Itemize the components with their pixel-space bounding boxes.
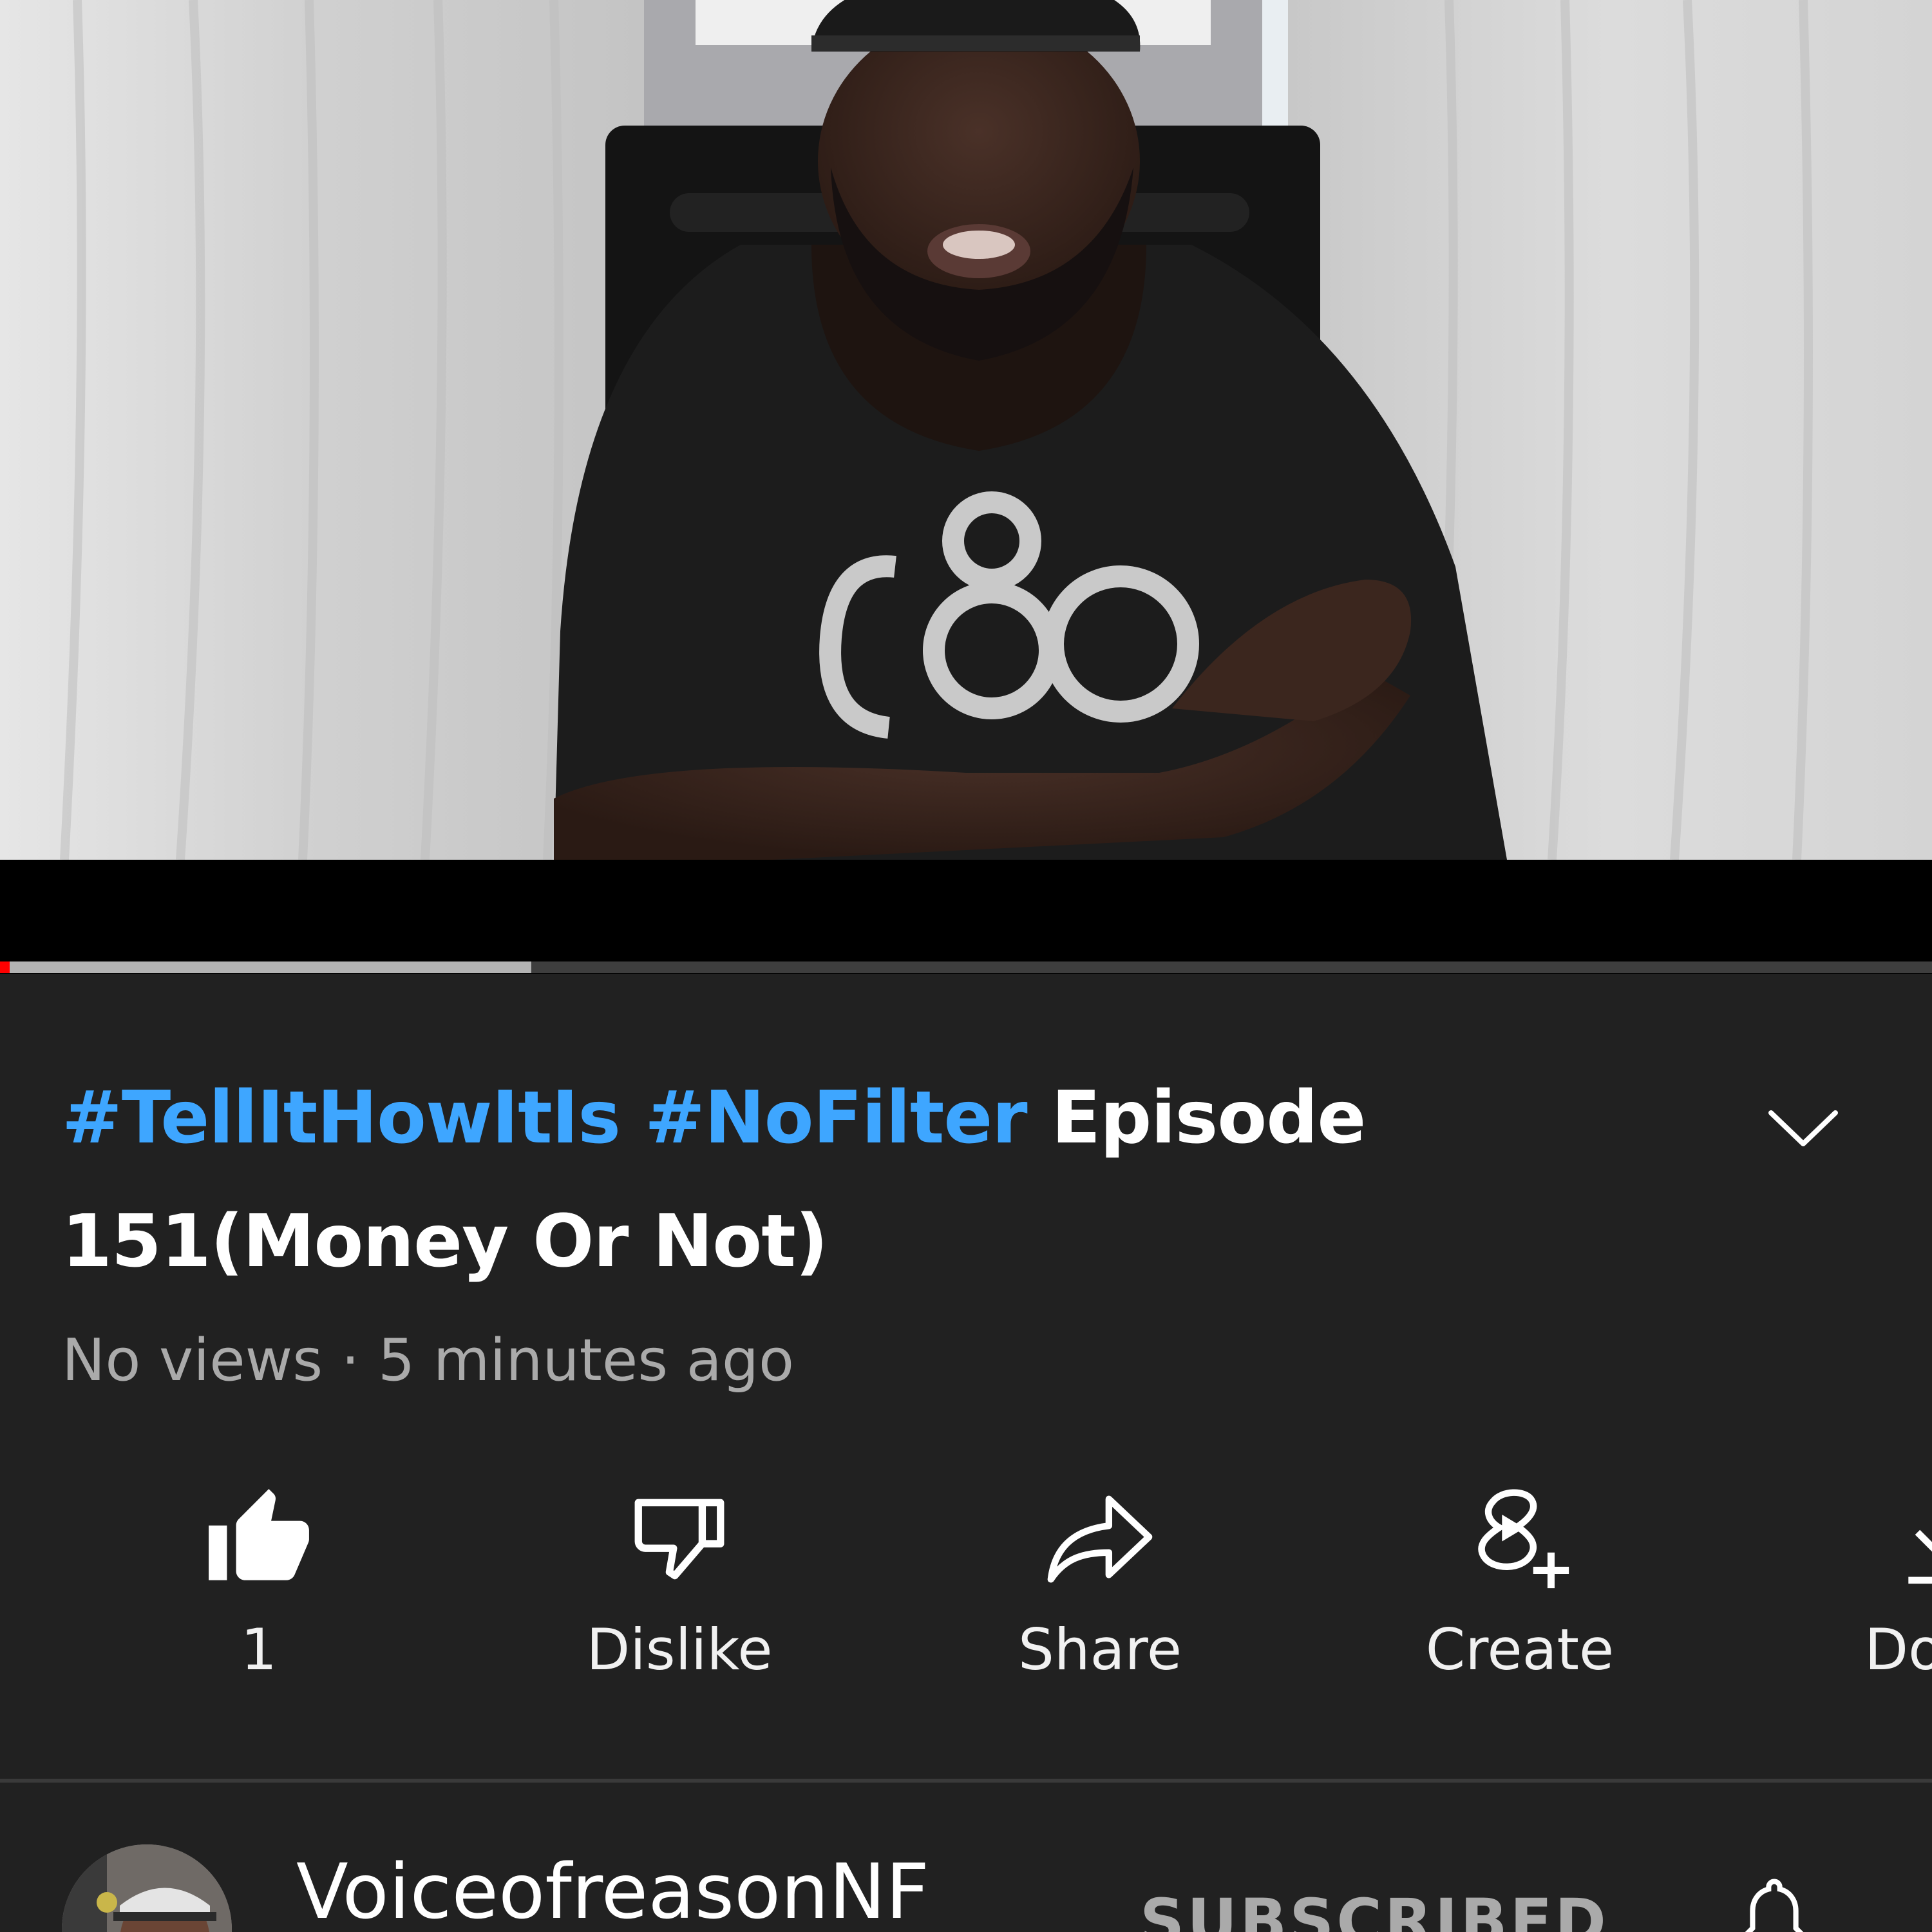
channel-avatar[interactable] [62,1844,232,1932]
video-player[interactable] [0,0,1932,974]
channel-row[interactable]: VoiceofreasonNF SUBSCRIBED [0,1783,1932,1932]
thumbs-up-icon [209,1489,309,1580]
action-bar: 1 Dislike Share Create Do [0,1475,1932,1732]
channel-name[interactable]: VoiceofreasonNF [296,1847,929,1932]
thumbs-down-icon [634,1499,724,1580]
like-count: 1 [241,1616,277,1683]
create-label: Create [1425,1616,1615,1683]
meta-separator: · [341,1327,360,1394]
video-meta: No views · 5 minutes ago [62,1327,794,1394]
hashtag-link[interactable]: #TellItHowItIs [62,1076,621,1160]
video-title[interactable]: #TellItHowItIs #NoFilter Episode 151(Mon… [62,1056,1723,1303]
like-button[interactable]: 1 [66,1475,452,1732]
subscribed-button[interactable]: SUBSCRIBED [1140,1886,1609,1932]
video-watch-screen: #TellItHowItIs #NoFilter Episode 151(Mon… [0,0,1932,1932]
dislike-button[interactable]: Dislike [486,1475,873,1732]
create-icon [1478,1489,1569,1589]
share-icon [1047,1495,1153,1583]
create-button[interactable]: Create [1327,1475,1713,1732]
download-label: Down [1864,1616,1932,1683]
share-button[interactable]: Share [907,1475,1293,1732]
download-button[interactable]: Down [1752,1475,1932,1732]
progress-bar[interactable] [0,961,1932,973]
hashtag-link[interactable]: #NoFilter [645,1076,1028,1160]
expand-description-button[interactable] [1758,1095,1848,1159]
download-icon [1908,1530,1932,1584]
bell-icon[interactable] [1732,1873,1816,1932]
video-frame[interactable] [0,0,1932,860]
dislike-label: Dislike [586,1616,773,1683]
chevron-down-icon [1768,1110,1838,1146]
upload-age: 5 minutes ago [377,1327,795,1394]
avatar-image [62,1844,232,1932]
view-count: No views [62,1327,323,1394]
share-label: Share [1018,1616,1182,1683]
progress-played [0,961,10,973]
progress-buffered [0,961,531,973]
video-still-image [0,0,1932,860]
